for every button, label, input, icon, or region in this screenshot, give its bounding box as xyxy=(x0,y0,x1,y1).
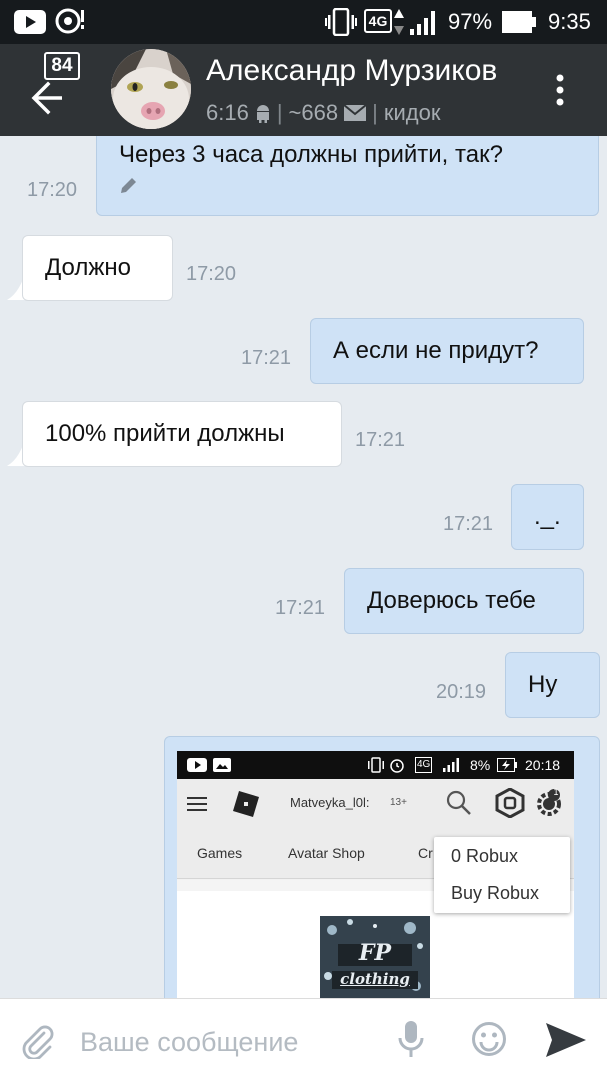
data-activity-icon xyxy=(394,9,404,35)
notification-count: 1 xyxy=(553,787,559,797)
message-text: Через 3 часа должны прийти, так? xyxy=(119,141,503,168)
tab-games: Games xyxy=(197,845,243,861)
message-text: А если не придут? xyxy=(333,337,539,364)
battery-charging-icon xyxy=(497,758,517,772)
tab-avatar-shop: Avatar Shop xyxy=(288,845,365,861)
roblox-logo-icon xyxy=(233,791,259,817)
android-icon xyxy=(256,105,269,123)
message-time: 20:19 xyxy=(436,681,487,703)
message-text: Доверюсь тебе xyxy=(367,587,536,614)
alarm-icon xyxy=(390,759,404,773)
message-time: 17:21 xyxy=(443,513,494,535)
age-tag: 13+ xyxy=(390,797,407,808)
clothing-group-logo: FP clothing xyxy=(320,916,430,998)
clock: 20:18 xyxy=(525,757,561,773)
search-icon xyxy=(446,790,471,815)
status-bar: 4G 97% 9:35 xyxy=(0,0,607,44)
separator: | xyxy=(276,100,283,125)
microphone-icon[interactable] xyxy=(398,1021,424,1059)
signal-icon xyxy=(443,758,459,772)
battery-percent: 8% xyxy=(470,757,491,773)
paperclip-icon[interactable] xyxy=(20,1023,56,1059)
signal-icon xyxy=(410,11,435,35)
avatar[interactable] xyxy=(111,49,191,129)
message-text: Должно xyxy=(45,254,132,281)
back-button[interactable]: 84 xyxy=(26,52,86,122)
message-composer xyxy=(0,998,607,1080)
message-bubble-incoming[interactable]: 100% прийти должны xyxy=(22,401,342,467)
youtube-notification-icon xyxy=(14,10,46,34)
last-seen-time: 6:16 xyxy=(206,100,249,125)
vibrate-icon xyxy=(325,8,357,36)
message-time: 17:20 xyxy=(186,263,237,285)
network-type-badge: 4G xyxy=(415,757,433,773)
message-text: Ну xyxy=(528,671,558,698)
image-notification-icon xyxy=(213,758,231,772)
separator: | xyxy=(372,100,378,125)
message-text: 100% прийти должны xyxy=(45,420,285,447)
network-type-badge: 4G xyxy=(364,9,392,33)
karma-count: ~668 xyxy=(288,100,339,125)
message-time: 17:21 xyxy=(355,429,406,451)
battery-percent: 97% xyxy=(448,9,493,34)
message-bubble-outgoing[interactable]: Через 3 часа должны прийти, так? xyxy=(96,136,599,216)
vibrate-icon xyxy=(368,757,384,773)
conversation-header: 84 Александр Мурзиков 6:16 | ~668 | кидо… xyxy=(0,44,607,136)
screenshot-app-navbar: Matveyka_l0l: 13+ 1 xyxy=(177,779,574,829)
image-message[interactable]: 4G 8% 20:18 Matveyka_l0l: 13+ 1 Games Av… xyxy=(164,736,600,998)
robux-balance: 0 Robux xyxy=(451,846,519,866)
hamburger-menu-icon xyxy=(187,797,207,811)
emoji-icon[interactable] xyxy=(471,1021,507,1057)
logo-text-bottom: clothing xyxy=(340,970,410,988)
message-time: 17:21 xyxy=(241,347,292,369)
back-arrow-icon xyxy=(31,81,62,115)
message-bubble-outgoing[interactable]: Ну xyxy=(505,652,600,718)
screenshot-username: Matveyka_l0l: xyxy=(290,795,370,810)
message-bubble-incoming[interactable]: Должно xyxy=(22,235,173,301)
attached-screenshot[interactable]: 4G 8% 20:18 Matveyka_l0l: 13+ 1 Games Av… xyxy=(177,751,574,998)
robux-icon xyxy=(495,788,525,818)
contact-name[interactable]: Александр Мурзиков xyxy=(206,54,497,88)
tab-create: Cr xyxy=(418,845,433,861)
message-bubble-outgoing[interactable]: А если не придут? xyxy=(310,318,584,384)
screenshot-status-bar: 4G 8% 20:18 xyxy=(177,751,574,779)
envelope-icon xyxy=(344,105,367,121)
robux-dropdown: 0 Robux Buy Robux xyxy=(434,837,570,913)
buy-robux-option: Buy Robux xyxy=(451,883,540,903)
vk-notification-icon xyxy=(55,8,84,34)
unread-count-badge: 84 xyxy=(44,52,80,80)
message-bubble-outgoing[interactable]: Доверюсь тебе xyxy=(344,568,584,634)
battery-icon xyxy=(502,11,536,33)
clock: 9:35 xyxy=(548,9,591,34)
message-input[interactable] xyxy=(80,1025,380,1059)
edited-pencil-icon xyxy=(121,178,136,193)
more-options-icon[interactable] xyxy=(548,70,572,110)
message-bubble-outgoing[interactable]: ._. xyxy=(511,484,584,550)
cat-avatar-image xyxy=(111,49,191,129)
contact-info: 6:16 | ~668 | кидок xyxy=(206,100,440,126)
youtube-notification-icon xyxy=(187,758,207,772)
message-time: 17:20 xyxy=(27,179,78,201)
logo-text-top: FP xyxy=(358,940,392,966)
message-list[interactable]: Через 3 часа должны прийти, так? 17:20 Д… xyxy=(0,136,607,998)
message-text: ._. xyxy=(534,503,561,530)
contact-note: кидок xyxy=(383,100,441,125)
message-time: 17:21 xyxy=(275,597,326,619)
send-icon[interactable] xyxy=(546,1023,586,1057)
